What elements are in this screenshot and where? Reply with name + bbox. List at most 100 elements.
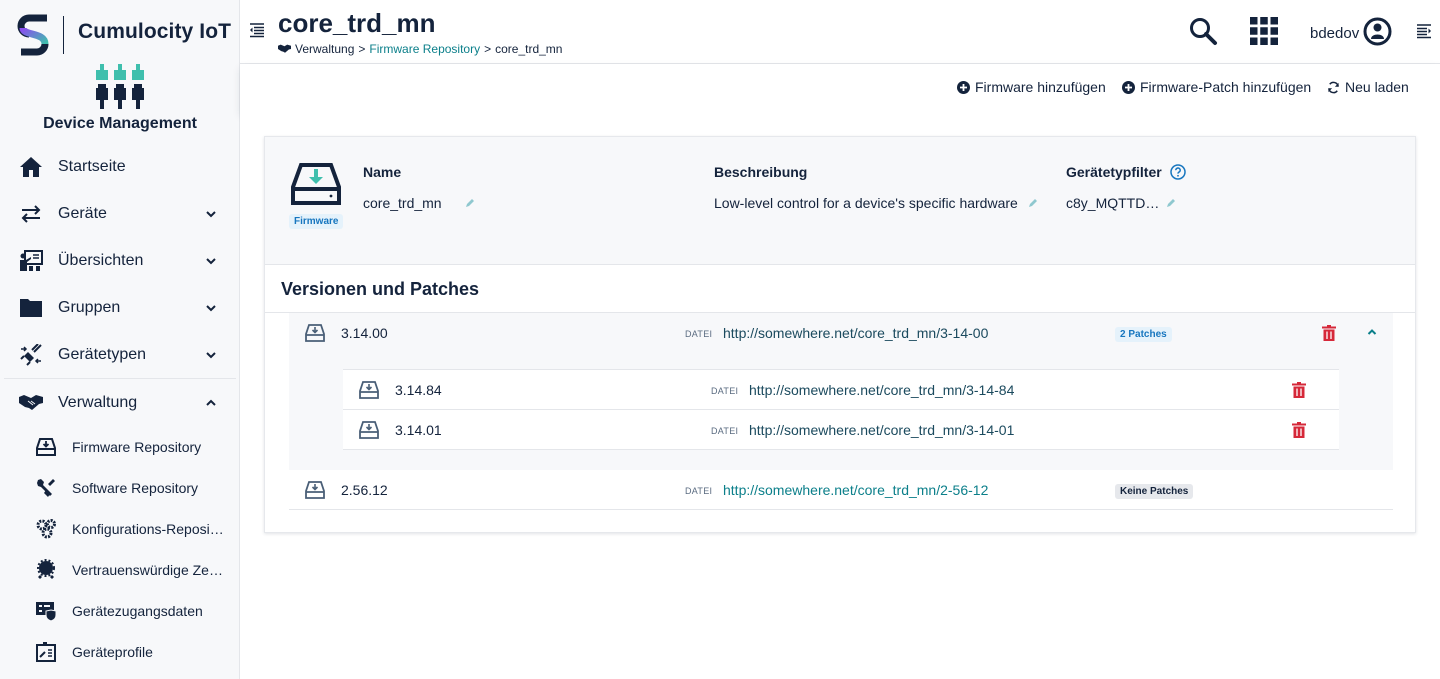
add-firmware-patch-button[interactable]: Firmware-Patch hinzufügen [1122,79,1311,95]
sidebar-subitem-geraetezugangsdaten[interactable]: Gerätezugangsdaten [0,590,240,631]
toggle-right-drawer-icon[interactable] [1416,23,1432,39]
version-row[interactable]: 3.14.00 DATEI http://somewhere.net/core_… [289,313,1393,353]
patch-version-number: 3.14.01 [395,422,442,438]
chevron-down-icon [206,257,216,264]
presentation-icon [19,249,43,273]
reload-button[interactable]: Neu laden [1327,79,1409,95]
sidebar-item-geraete[interactable]: Geräte [0,190,240,237]
sidebar-item-gruppen[interactable]: Gruppen [0,284,240,331]
chevron-down-icon [206,351,216,358]
user-avatar-icon[interactable] [1363,17,1392,46]
file-url-link[interactable]: http://somewhere.net/core_trd_mn/2-56-12 [723,482,988,498]
breadcrumb-item-firmware-repository[interactable]: Firmware Repository [369,42,480,56]
file-label: DATEI [685,329,713,339]
action-bar: Firmware hinzufügen Firmware-Patch hinzu… [240,64,1440,112]
sidebar-subitem-vertrauenswuerdige-zertifikate[interactable]: Vertrauenswürdige Ze… [0,549,240,590]
device-type-filter-value: c8y_MQTTD… [1066,195,1160,211]
chevron-up-icon [206,399,216,406]
file-url-link[interactable]: http://somewhere.net/core_trd_mn/3-14-00 [723,325,988,341]
add-firmware-label: Firmware hinzufügen [975,79,1106,95]
app-switcher-grid-icon[interactable] [1250,17,1278,45]
firmware-drive-icon [35,436,57,458]
sidebar-item-label: Geräte [58,204,107,222]
sidebar-nav: Startseite Geräte Übersichten Gruppen Ge… [0,143,240,672]
sidebar-item-startseite[interactable]: Startseite [0,143,240,190]
delete-trash-icon[interactable] [1292,382,1306,398]
brand-header: Cumulocity IoT Device Management [0,0,240,140]
firmware-drive-icon [305,324,325,342]
version-number: 2.56.12 [341,482,388,498]
firmware-detail-card: Firmware Name core_trd_mn Beschreibung L… [264,136,1416,533]
device-type-filter-value-row: c8y_MQTTD… [1066,194,1186,212]
row-divider [289,509,1393,510]
patch-version-number: 3.14.84 [395,382,442,398]
patch-count-badge: 2 Patches [1115,327,1172,342]
sidebar-item-uebersichten[interactable]: Übersichten [0,237,240,284]
sidebar-item-geraetetypen[interactable]: Gerätetypen [0,331,240,378]
sidebar-subitem-label: Firmware Repository [72,438,202,455]
toggle-sidebar-icon[interactable] [249,22,265,38]
breadcrumb-item-verwaltung[interactable]: Verwaltung [295,42,354,56]
versions-section-title: Versionen und Patches [281,279,480,299]
certificate-icon [35,558,57,581]
refresh-icon [1328,81,1339,93]
sidebar-subitem-label: Geräteprofile [72,643,153,660]
version-row[interactable]: 2.56.12 DATEI http://somewhere.net/core_… [289,470,1393,510]
handshake-icon [278,44,291,53]
description-value-row: Low-level control for a device's specifi… [714,194,1038,212]
exchange-arrows-icon [19,202,43,226]
plus-circle-icon [1122,80,1135,94]
delete-trash-icon[interactable] [1322,325,1336,341]
add-firmware-button[interactable]: Firmware hinzufügen [957,79,1106,95]
device-type-filter-property: Gerätetypfilter c8y_MQTTD… [1066,163,1186,212]
edit-pencil-icon[interactable] [1166,198,1176,208]
user-name[interactable]: bdedov [1310,25,1359,42]
sidebar-subitem-software-repository[interactable]: Software Repository [0,467,240,508]
version-group-expanded: 3.14.00 DATEI http://somewhere.net/core_… [289,313,1393,470]
firmware-drive-icon [305,481,325,499]
sidebar-item-label: Gruppen [58,298,121,316]
description-value: Low-level control for a device's specifi… [714,195,1018,211]
patch-row[interactable]: 3.14.01 DATEI http://somewhere.net/core_… [343,410,1339,450]
file-label: DATEI [711,426,739,436]
brand-name: Cumulocity IoT [78,20,232,43]
version-number: 3.14.00 [341,325,388,341]
sidebar-subitem-label: Konfigurations-Reposi… [72,520,224,537]
add-firmware-patch-label: Firmware-Patch hinzufügen [1140,79,1312,95]
chevron-down-icon [206,304,216,311]
file-label: DATEI [685,486,713,496]
edit-pencil-icon[interactable] [465,198,475,208]
file-url-link[interactable]: http://somewhere.net/core_trd_mn/3-14-84 [749,382,1014,398]
plus-circle-icon [957,80,970,94]
chevron-down-icon [206,210,216,217]
sidebar: Cumulocity IoT Device Management Startse… [0,0,240,679]
patch-row[interactable]: 3.14.84 DATEI http://somewhere.net/core_… [343,370,1339,410]
name-value-row: core_trd_mn [363,194,475,212]
folder-icon [19,296,43,320]
sidebar-item-label: Übersichten [58,251,144,269]
file-url-link[interactable]: http://somewhere.net/core_trd_mn/3-14-01 [749,422,1014,438]
page-title: core_trd_mn [278,8,436,38]
firmware-drive-icon [359,381,379,399]
file-label: DATEI [711,386,739,396]
tools-icon [35,477,57,499]
device-shield-icon [35,600,57,622]
handshake-icon [19,391,43,415]
sidebar-subitem-geraeteprofile[interactable]: Geräteprofile [0,631,240,672]
search-icon[interactable] [1188,16,1218,46]
plug-icon [19,343,43,367]
cumulocity-logo-icon [17,14,49,56]
chevron-up-icon[interactable] [1366,326,1378,338]
delete-trash-icon[interactable] [1292,422,1306,438]
sidebar-subitem-konfigurations-repository[interactable]: Konfigurations-Reposi… [0,508,240,549]
sidebar-subitem-firmware-repository[interactable]: Firmware Repository [0,426,240,467]
firmware-drive-icon [291,163,341,205]
edit-pencil-icon[interactable] [1028,198,1038,208]
sidebar-item-verwaltung[interactable]: Verwaltung [0,379,240,426]
top-header: core_trd_mn Verwaltung > Firmware Reposi… [240,0,1440,64]
patch-list: 3.14.84 DATEI http://somewhere.net/core_… [343,369,1339,450]
sidebar-subitem-label: Software Repository [72,479,199,496]
name-label: Name [363,164,402,180]
help-circle-icon[interactable] [1169,164,1186,180]
device-management-app-icon [96,64,144,109]
